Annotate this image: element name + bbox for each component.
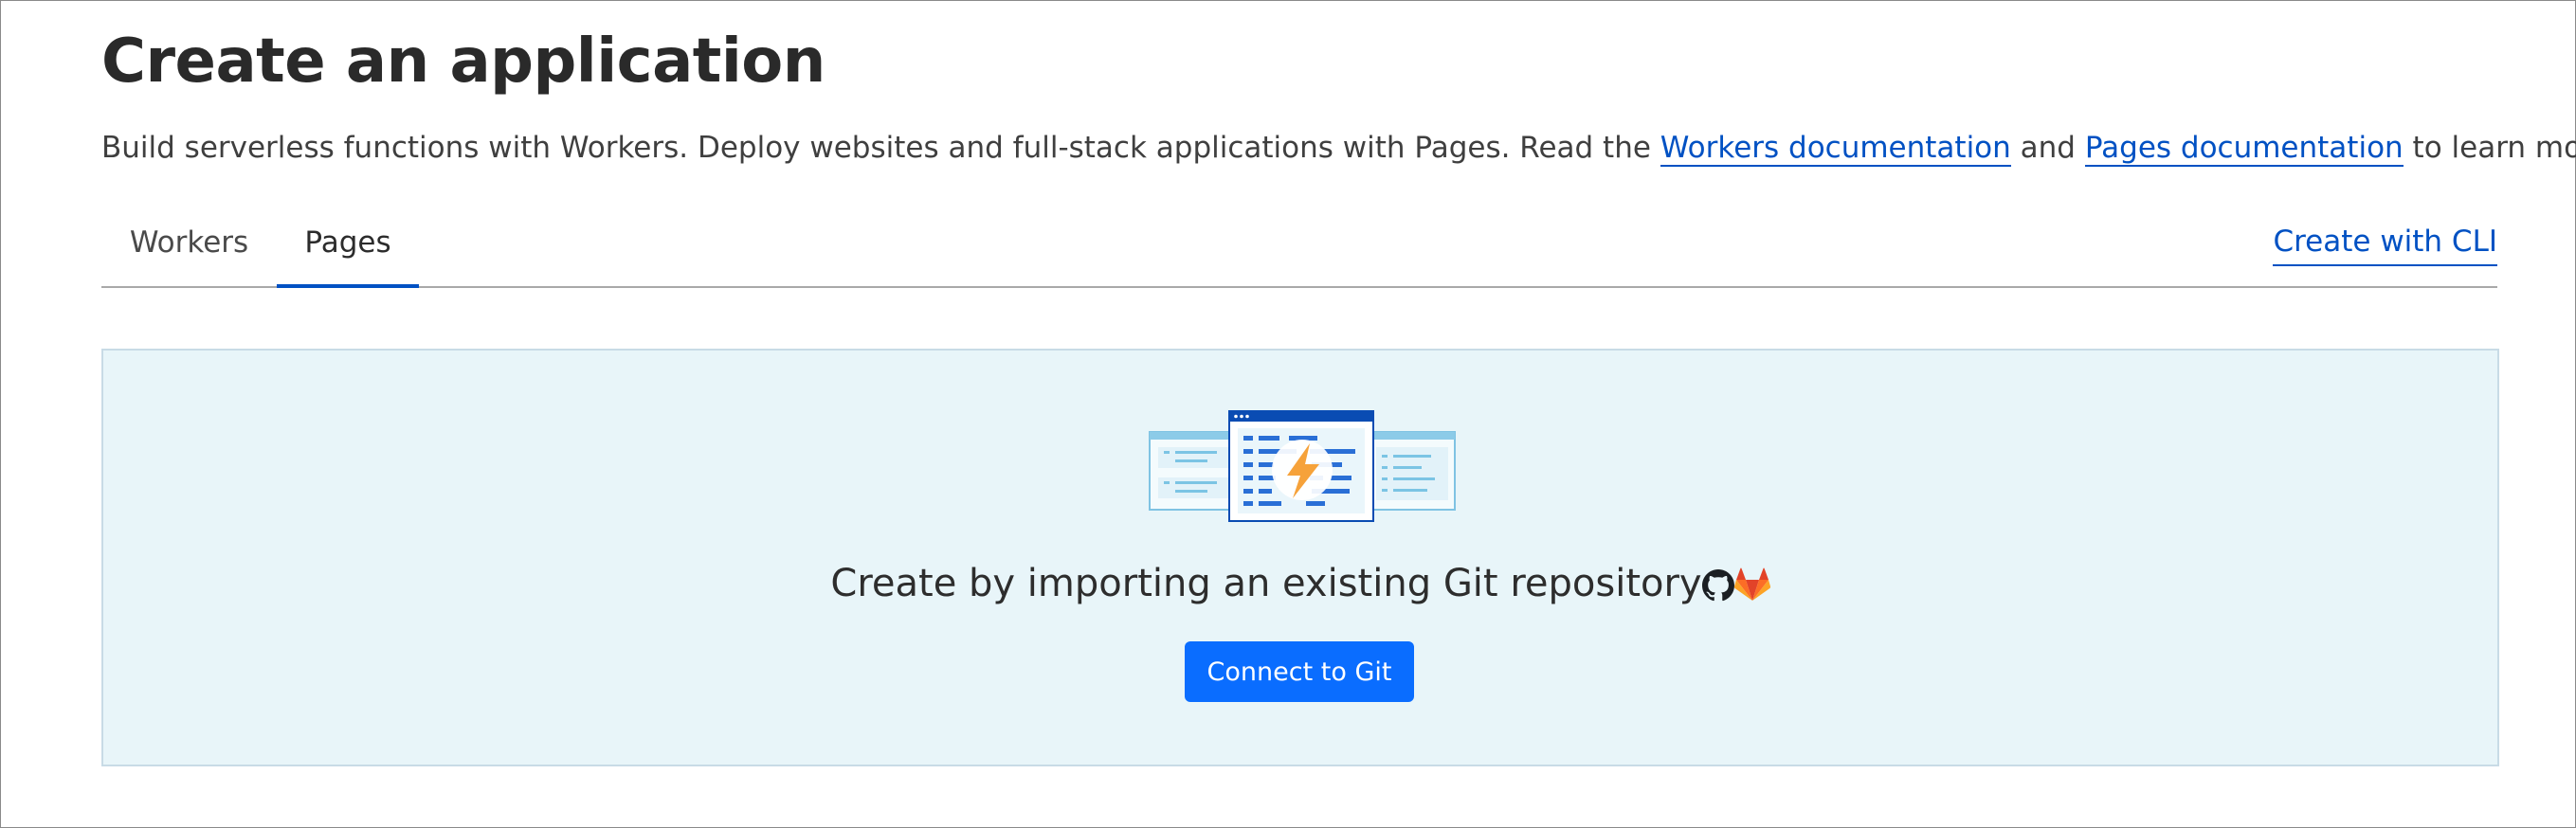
page-title: Create an application [101,27,825,97]
description-prefix: Build serverless functions with Workers.… [101,131,1660,165]
tab-workers-label: Workers [129,225,249,260]
git-provider-icons [1701,563,1770,616]
tab-workers[interactable]: Workers [101,205,277,286]
pages-documentation-link[interactable]: Pages documentation [2084,131,2404,167]
git-import-text: Create by importing an existing Git repo… [103,557,2497,616]
tab-pages[interactable]: Pages [277,205,419,288]
tab-bar: Workers Pages Create with CLI [101,205,2497,288]
pages-illustration [1149,410,1456,522]
git-import-label: Create by importing an existing Git repo… [830,562,1702,605]
tab-pages-label: Pages [304,225,391,260]
connect-to-git-button[interactable]: Connect to Git [1185,641,1414,702]
workers-documentation-link[interactable]: Workers documentation [1660,131,2011,167]
git-import-panel: Create by importing an existing Git repo… [101,349,2499,766]
app-frame: Create an application Build serverless f… [0,0,2576,828]
description-suffix: to learn more. [2412,131,2576,165]
github-icon [1701,569,1734,602]
description-and: and [2010,131,2085,165]
active-tab-indicator [277,284,419,288]
create-with-cli-link[interactable]: Create with CLI [2273,219,2497,266]
page-description: Build serverless functions with Workers.… [101,124,2576,171]
gitlab-icon [1733,567,1770,601]
